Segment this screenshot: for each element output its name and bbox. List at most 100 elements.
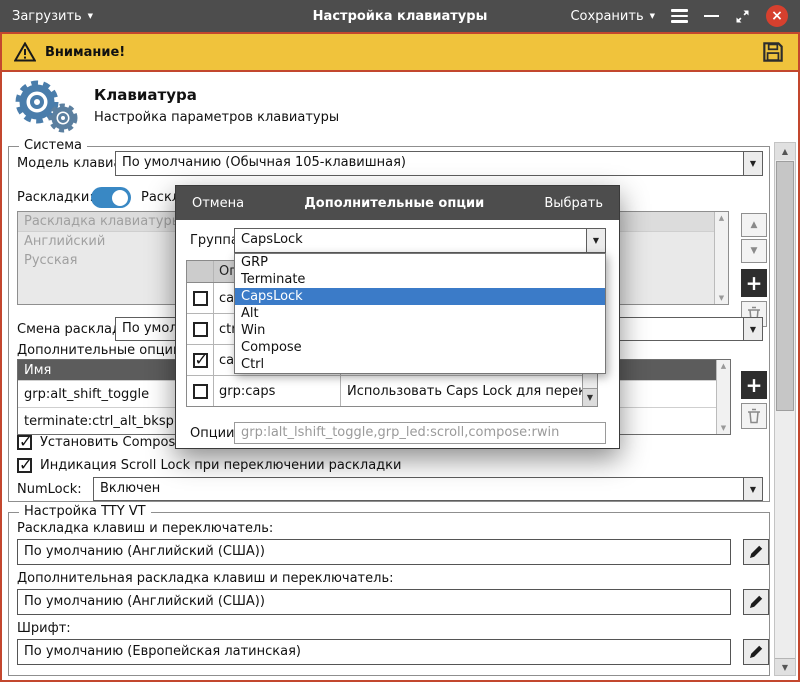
arrow-down-icon: ▼ — [751, 246, 758, 256]
scrolllock-checkbox-label: Индикация Scroll Lock при переключении р… — [40, 458, 401, 473]
scrolllock-checkbox[interactable] — [17, 458, 32, 473]
extra-options-label: Дополнительные опции: — [17, 343, 186, 358]
layout-list-scrollbar[interactable]: ▲ ▼ — [714, 212, 728, 304]
scroll-down-icon[interactable]: ▼ — [775, 658, 795, 675]
scrolllock-checkbox-row: Индикация Scroll Lock при переключении р… — [17, 458, 401, 473]
dropdown-item[interactable]: Alt — [235, 305, 605, 322]
compose-checkbox-row: Установить Compose — [17, 435, 183, 450]
tty-extra-layout-edit-button[interactable] — [743, 589, 769, 615]
group-dropdown-list: GRP Terminate CapsLock Alt Win Compose C… — [234, 253, 606, 374]
dropdown-item[interactable]: GRP — [235, 254, 605, 271]
caret-down-icon: ▼ — [88, 13, 93, 20]
dialog-title: Дополнительные опции — [304, 196, 484, 211]
keyboard-model-value: По умолчанию (Обычная 105-клавишная) — [116, 152, 743, 175]
compose-checkbox-label: Установить Compose — [40, 435, 183, 450]
scroll-down-icon[interactable]: ▼ — [721, 424, 726, 432]
warning-text: Внимание! — [45, 45, 125, 60]
main-scrollbar-thumb[interactable] — [776, 161, 794, 411]
plus-icon: + — [746, 373, 763, 397]
save-file-button[interactable] — [760, 39, 786, 65]
scroll-down-icon[interactable]: ▼ — [719, 294, 724, 302]
tty-extra-layout-field: По умолчанию (Английский (США)) — [17, 589, 731, 615]
tty-legend: Настройка TTY VT — [19, 504, 151, 519]
keyboard-model-select[interactable]: По умолчанию (Обычная 105-клавишная) ▼ — [115, 151, 763, 176]
pencil-icon — [749, 545, 763, 559]
dropdown-item[interactable]: Compose — [235, 339, 605, 356]
tty-extra-layout-label: Дополнительная раскладка клавиш и перекл… — [17, 571, 393, 586]
tty-font-edit-button[interactable] — [743, 639, 769, 665]
tty-layout-field: По умолчанию (Английский (США)) — [17, 539, 731, 565]
menu-button[interactable] — [671, 9, 688, 23]
dropdown-item-selected[interactable]: CapsLock — [235, 288, 605, 305]
numlock-label: NumLock: — [17, 482, 82, 497]
load-menu-label: Загрузить — [12, 9, 82, 24]
minimize-icon — [704, 15, 719, 18]
dropdown-item[interactable]: Win — [235, 322, 605, 339]
extra-option-delete-button[interactable] — [741, 403, 767, 429]
trash-icon — [747, 408, 761, 424]
caret-down-icon[interactable]: ▼ — [743, 152, 762, 175]
scroll-up-icon[interactable]: ▲ — [719, 214, 724, 222]
additional-options-dialog: Отмена Дополнительные опции Выбрать Груп… — [175, 185, 620, 449]
dialog-select-button[interactable]: Выбрать — [544, 196, 603, 211]
scroll-up-icon[interactable]: ▲ — [721, 362, 726, 370]
compose-checkbox[interactable] — [17, 435, 32, 450]
tty-font-label: Шрифт: — [17, 621, 71, 636]
main-scrollbar[interactable]: ▲ ▼ — [774, 142, 796, 676]
titlebar: Загрузить ▼ Настройка клавиатуры Сохрани… — [0, 0, 800, 32]
dropdown-item[interactable]: Ctrl — [235, 356, 605, 373]
plus-icon: + — [746, 271, 763, 295]
load-menu-button[interactable]: Загрузить ▼ — [12, 9, 93, 24]
keyboard-settings-window: Загрузить ▼ Настройка клавиатуры Сохрани… — [0, 0, 800, 682]
tty-font-field: По умолчанию (Европейская латинская) — [17, 639, 731, 665]
tty-layout-edit-button[interactable] — [743, 539, 769, 565]
warning-bar: Внимание! — [2, 34, 798, 72]
caret-down-icon: ▼ — [650, 13, 655, 20]
caret-down-icon[interactable]: ▼ — [586, 229, 605, 252]
numlock-select[interactable]: Включен ▼ — [93, 477, 763, 501]
options-string-label: Опции: — [190, 426, 239, 441]
group-select[interactable]: CapsLock ▼ — [234, 228, 606, 253]
layout-add-button[interactable]: + — [741, 269, 767, 297]
group-value: CapsLock — [235, 229, 586, 252]
dialog-cancel-button[interactable]: Отмена — [192, 196, 244, 211]
minimize-button[interactable] — [704, 15, 719, 18]
maximize-button[interactable] — [735, 9, 750, 24]
tty-layout-label: Раскладка клавиш и переключатель: — [17, 521, 273, 536]
floppy-save-icon — [760, 39, 786, 65]
warning-icon — [14, 42, 36, 62]
system-legend: Система — [19, 138, 87, 153]
caret-down-icon[interactable]: ▼ — [743, 478, 762, 500]
table-row[interactable]: grp:caps Использовать Caps Lock для пере… — [187, 376, 597, 407]
extra-option-add-button[interactable]: + — [741, 371, 767, 399]
numlock-value: Включен — [94, 478, 743, 500]
arrow-up-icon: ▲ — [751, 220, 758, 230]
dropdown-item[interactable]: Terminate — [235, 271, 605, 288]
hamburger-icon — [671, 9, 688, 12]
layout-move-up-button[interactable]: ▲ — [741, 213, 767, 237]
save-menu-button[interactable]: Сохранить ▼ — [570, 9, 655, 24]
option-desc: Использовать Caps Lock для переключе — [341, 384, 597, 399]
page-title: Клавиатура — [94, 86, 197, 104]
scroll-up-icon[interactable]: ▲ — [775, 143, 795, 160]
extra-options-scrollbar[interactable]: ▲ ▼ — [716, 360, 730, 434]
scroll-down-icon[interactable]: ▼ — [583, 388, 597, 406]
pencil-icon — [749, 645, 763, 659]
row-checkbox[interactable] — [193, 291, 208, 306]
keyboard-gears-icon — [10, 76, 82, 134]
options-string-input[interactable]: grp:lalt_lshift_toggle,grp_led:scroll,co… — [234, 422, 606, 444]
layouts-toggle[interactable] — [91, 187, 131, 208]
tty-groupbox: Настройка TTY VT Раскладка клавиш и пере… — [8, 512, 770, 676]
close-button[interactable]: × — [766, 5, 788, 27]
page-subtitle: Настройка параметров клавиатуры — [94, 110, 339, 125]
row-checkbox[interactable] — [193, 384, 208, 399]
save-menu-label: Сохранить — [570, 9, 643, 24]
option-name: grp:caps — [213, 376, 341, 407]
row-checkbox[interactable] — [193, 322, 208, 337]
expand-icon — [735, 9, 750, 24]
row-checkbox[interactable] — [193, 353, 208, 368]
layout-move-down-button[interactable]: ▼ — [741, 239, 767, 263]
close-icon: × — [771, 8, 783, 24]
caret-down-icon[interactable]: ▼ — [743, 318, 762, 340]
dialog-header: Отмена Дополнительные опции Выбрать — [176, 186, 619, 220]
